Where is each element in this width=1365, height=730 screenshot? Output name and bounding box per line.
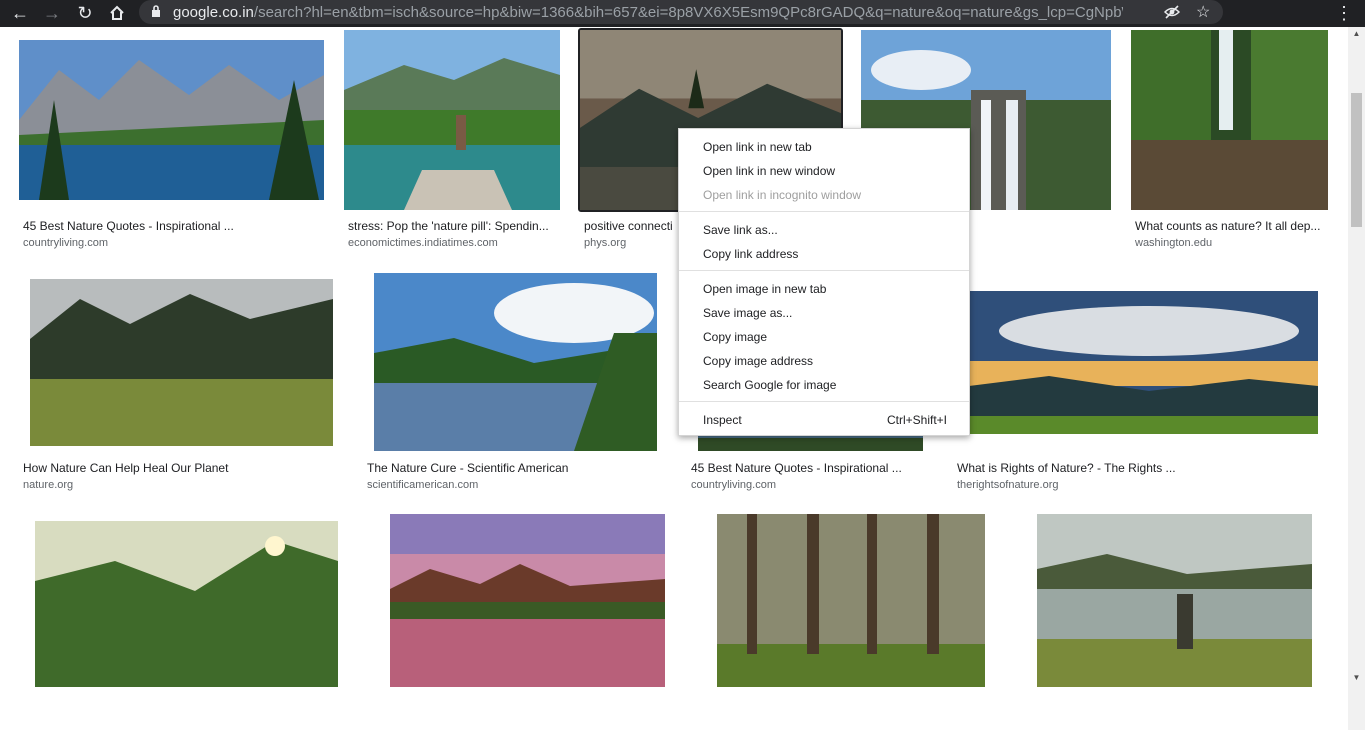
result-caption[interactable]: 45 Best Nature Quotes - Inspirational ..… (23, 219, 323, 233)
menu-dots-icon[interactable]: ⋮ (1333, 2, 1355, 24)
scroll-up-icon[interactable]: ▲ (1348, 27, 1365, 41)
result-image[interactable] (390, 514, 665, 687)
menu-separator (679, 270, 969, 271)
result-caption[interactable]: stress: Pop the 'nature pill': Spendin..… (348, 219, 563, 233)
scroll-down-icon[interactable]: ▼ (1348, 671, 1365, 685)
inspect-shortcut: Ctrl+Shift+I (886, 413, 947, 427)
result-source[interactable]: therightsofnature.org (957, 479, 1257, 491)
menu-open-link-new-tab[interactable]: Open link in new tab (703, 140, 812, 154)
result-caption[interactable]: What is Rights of Nature? - The Rights .… (957, 461, 1257, 475)
result-caption[interactable]: How Nature Can Help Heal Our Planet (23, 461, 333, 475)
result-image[interactable] (30, 279, 333, 446)
result-caption[interactable]: The Nature Cure - Scientific American (367, 461, 667, 475)
result-image[interactable] (1037, 514, 1312, 687)
result-image[interactable] (19, 40, 324, 200)
result-source[interactable]: countryliving.com (23, 237, 323, 249)
menu-copy-image[interactable]: Copy image (703, 330, 767, 344)
result-source[interactable]: scientificamerican.com (367, 479, 667, 491)
result-caption[interactable]: 45 Best Nature Quotes - Inspirational ..… (691, 461, 941, 475)
forward-icon[interactable]: → (41, 2, 63, 24)
result-image[interactable] (1131, 30, 1328, 210)
result-source[interactable]: economictimes.indiatimes.com (348, 237, 563, 249)
scrollbar-thumb[interactable] (1351, 93, 1362, 227)
result-image[interactable] (374, 273, 657, 451)
menu-copy-image-address[interactable]: Copy image address (703, 354, 813, 368)
menu-open-image-new-tab[interactable]: Open image in new tab (703, 282, 826, 296)
home-icon[interactable] (106, 2, 128, 24)
address-bar[interactable]: google.co.in/search?hl=en&tbm=isch&sourc… (139, 0, 1223, 24)
menu-separator (679, 211, 969, 212)
menu-search-google-for-image[interactable]: Search Google for image (703, 378, 836, 392)
lock-icon (151, 5, 161, 23)
menu-open-link-incognito[interactable]: Open link in incognito window (703, 188, 861, 202)
menu-separator (679, 401, 969, 402)
context-menu: Open link in new tab Open link in new wi… (678, 128, 970, 436)
result-image[interactable] (969, 291, 1318, 434)
menu-inspect[interactable]: Inspect (703, 413, 742, 427)
back-icon[interactable]: ← (9, 2, 31, 24)
result-source[interactable]: nature.org (23, 479, 333, 491)
url-text: google.co.in/search?hl=en&tbm=isch&sourc… (173, 4, 1123, 21)
menu-save-image[interactable]: Save image as... (703, 306, 792, 320)
result-source[interactable]: phys.org (584, 237, 679, 249)
result-source[interactable]: washington.edu (1135, 237, 1330, 249)
result-image[interactable] (344, 30, 560, 210)
reload-icon[interactable]: ↻ (74, 2, 96, 24)
menu-copy-link-address[interactable]: Copy link address (703, 247, 798, 261)
result-image[interactable] (717, 514, 985, 687)
result-source[interactable]: countryliving.com (691, 479, 941, 491)
result-image[interactable] (35, 521, 338, 687)
menu-open-link-new-window[interactable]: Open link in new window (703, 164, 835, 178)
menu-save-link[interactable]: Save link as... (703, 223, 778, 237)
result-caption[interactable]: What counts as nature? It all dep... (1135, 219, 1330, 233)
scrollbar[interactable]: ▲ ▼ (1348, 27, 1365, 730)
star-icon[interactable]: ☆ (1196, 2, 1210, 22)
eye-off-icon[interactable] (1163, 4, 1181, 25)
browser-toolbar: ← → ↻ google.co.in/search?hl=en&tbm=isch… (0, 0, 1365, 27)
result-caption[interactable]: positive connecti (584, 219, 679, 233)
